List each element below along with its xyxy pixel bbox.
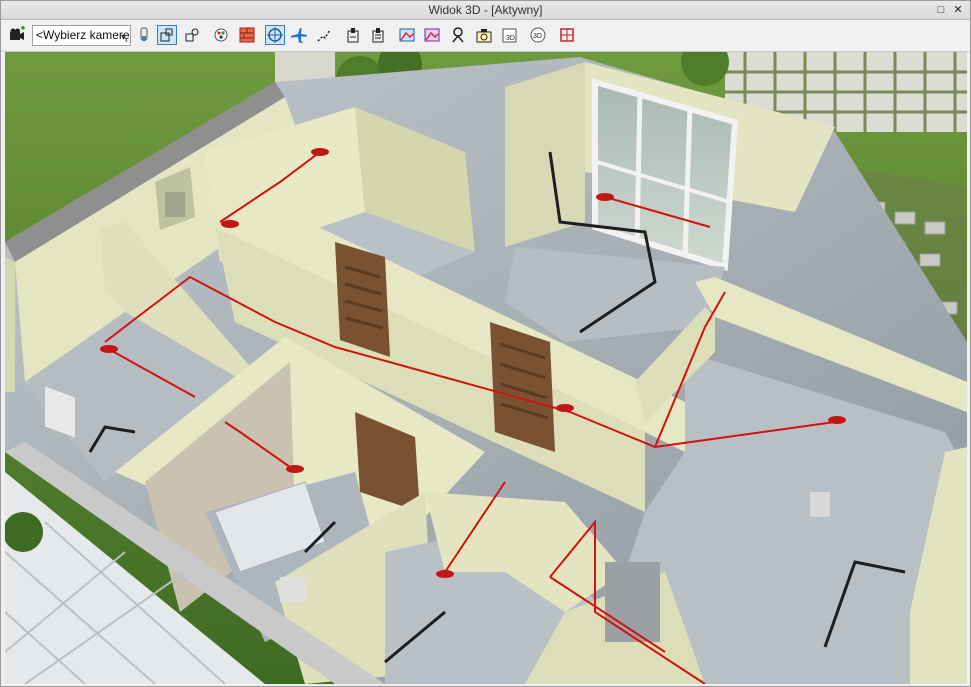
chevron-down-icon: ▾ — [120, 32, 126, 43]
fly-icon — [291, 28, 307, 43]
walls-button[interactable] — [237, 25, 257, 45]
floor-fixture — [810, 492, 830, 517]
rotate-3d-icon: 3D — [530, 27, 546, 43]
path-button[interactable] — [314, 25, 334, 45]
add-camera-button[interactable] — [7, 25, 27, 45]
view-mode-2-button[interactable] — [182, 25, 202, 45]
section-2-icon — [372, 28, 384, 43]
window-3d-view: Widok 3D - [Aktywny] □ ✕ <Wybierz kamerę… — [0, 0, 971, 687]
view-mode-1-icon — [160, 28, 173, 42]
rotate-3d-label: 3D — [533, 33, 542, 40]
section-1-button[interactable] — [343, 25, 363, 45]
view-mode-1-button[interactable] — [157, 25, 177, 45]
export-3d-icon: 3D — [502, 28, 517, 43]
close-button[interactable]: ✕ — [952, 4, 964, 16]
color-palette-button[interactable] — [211, 25, 231, 45]
view-mode-2-icon — [185, 28, 199, 42]
screenshot-icon — [476, 29, 492, 43]
color-palette-icon — [214, 28, 228, 42]
camera-select-value: <Wybierz kamerę> — [36, 28, 131, 42]
camera-light-button[interactable] — [134, 25, 154, 45]
fly-button[interactable] — [289, 25, 309, 45]
orbit-icon — [267, 27, 283, 43]
frame-button[interactable] — [557, 25, 577, 45]
orbit-button[interactable] — [265, 25, 285, 45]
section-2-button[interactable] — [368, 25, 388, 45]
export-3d-button[interactable]: 3D — [500, 25, 520, 45]
title-bar: Widok 3D - [Aktywny] □ ✕ — [1, 1, 970, 20]
render-2-button[interactable] — [422, 25, 442, 45]
screenshot-button[interactable] — [474, 25, 494, 45]
frame-icon — [560, 28, 574, 42]
3d-scene — [5, 52, 967, 684]
rotate-3d-button[interactable]: 3D — [528, 25, 548, 45]
restore-button[interactable]: □ — [935, 4, 947, 16]
camera-view-button[interactable] — [448, 25, 468, 45]
camera-select[interactable]: <Wybierz kamerę> ▾ — [32, 25, 131, 46]
3d-viewport[interactable] — [5, 52, 967, 684]
camera-light-icon — [140, 27, 148, 41]
render-1-icon — [399, 28, 415, 42]
window-title: Widok 3D - [Aktywny] — [428, 3, 543, 17]
add-camera-icon — [10, 26, 25, 40]
walls-icon — [239, 27, 255, 43]
door-1 — [335, 242, 390, 357]
camera-view-icon — [452, 27, 464, 43]
toolbar: <Wybierz kamerę> ▾ 3D 3D — [1, 20, 970, 52]
wall-back-room-side — [505, 62, 585, 247]
path-icon — [317, 29, 331, 42]
toilet — [280, 577, 305, 602]
section-1-icon — [347, 28, 359, 43]
render-2-icon — [424, 28, 440, 42]
door-2 — [490, 322, 555, 452]
export-3d-label: 3D — [506, 35, 515, 42]
render-1-button[interactable] — [397, 25, 417, 45]
